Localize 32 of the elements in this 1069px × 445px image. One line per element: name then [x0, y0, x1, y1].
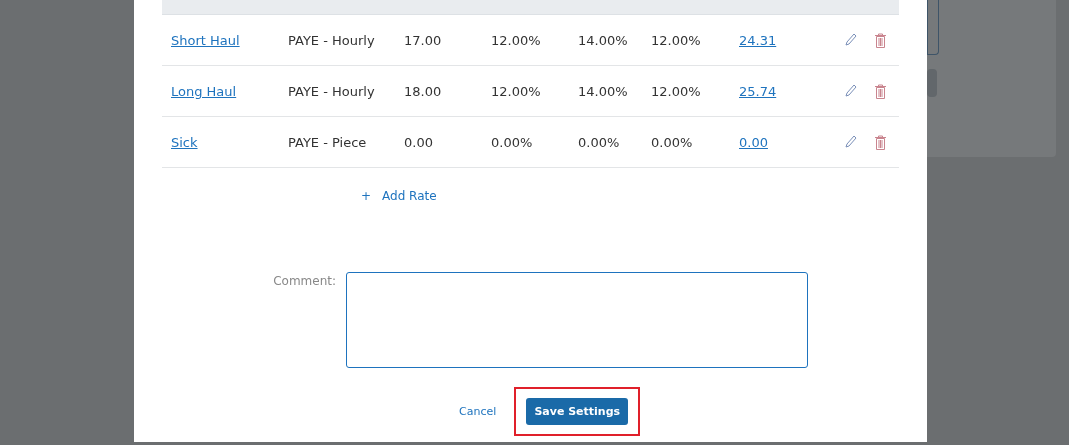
trash-icon[interactable] — [874, 134, 887, 150]
table-cell-text: 18.00 — [404, 83, 443, 99]
total-link[interactable]: 24.31 — [739, 32, 777, 48]
table-cell-text: 14.00% — [578, 83, 629, 99]
rate-name-link[interactable]: Sick — [171, 134, 198, 150]
table-cell-text: 12.00% — [651, 32, 702, 48]
table-cell-text: 12.00% — [491, 83, 542, 99]
rate-name-link[interactable]: Short Haul — [171, 32, 240, 48]
comment-label: Comment: — [272, 273, 336, 288]
table-cell-text: 17.00 — [404, 32, 443, 48]
trash-icon[interactable] — [874, 32, 887, 48]
trash-icon[interactable] — [874, 83, 887, 99]
table-cell-text: 12.00% — [491, 32, 542, 48]
rate-type-cell-text: PAYE - Piece — [288, 134, 368, 150]
pencil-icon[interactable] — [845, 33, 857, 47]
table-cell-text: 12.00% — [651, 83, 702, 99]
cancel-link[interactable]: Cancel — [459, 405, 497, 418]
comment-field[interactable] — [346, 272, 808, 368]
table-cell-text: 0.00 — [404, 134, 434, 150]
total-link[interactable]: 25.74 — [739, 83, 777, 99]
table-cell-text: 0.00% — [578, 134, 621, 150]
add-rate-link[interactable]: + Add Rate — [361, 189, 437, 203]
table-cell-text: 0.00% — [651, 134, 694, 150]
total-link[interactable]: 0.00 — [739, 134, 768, 150]
rate-type-cell-text: PAYE - Hourly — [288, 83, 376, 99]
table-cell-text: 0.00% — [491, 134, 534, 150]
save-settings-button[interactable]: Save Settings — [526, 398, 629, 425]
rate-type-cell-text: PAYE - Hourly — [288, 32, 376, 48]
pencil-icon[interactable] — [845, 84, 857, 98]
rate-name-link[interactable]: Long Haul — [171, 83, 237, 99]
pencil-icon[interactable] — [845, 135, 857, 149]
table-cell-text: 14.00% — [578, 32, 629, 48]
